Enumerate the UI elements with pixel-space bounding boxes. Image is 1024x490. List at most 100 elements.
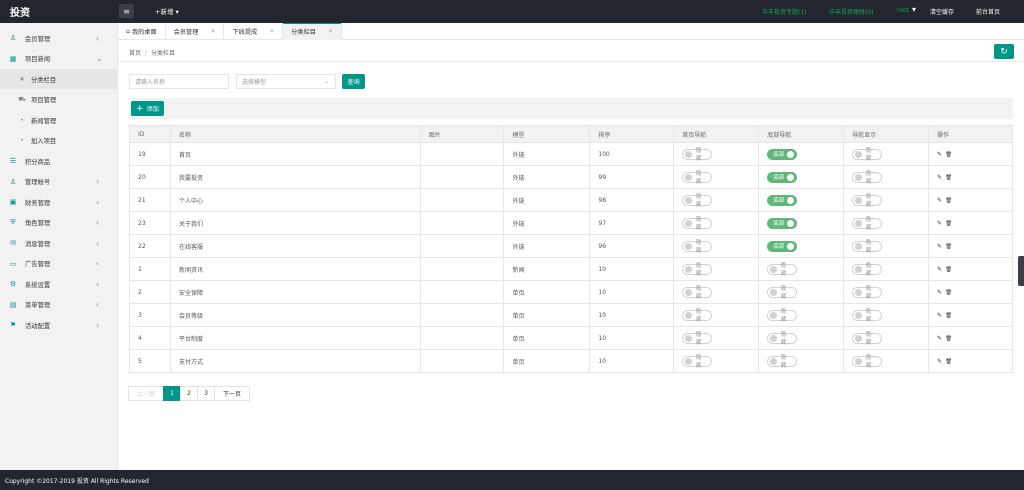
toggle-switch[interactable]: 隐藏	[682, 217, 713, 231]
toggle-switch[interactable]: 隐藏	[852, 286, 883, 300]
close-icon[interactable]: ✕	[269, 28, 274, 35]
delete-icon[interactable]: 🗑	[945, 290, 955, 296]
cell-sort: 10	[589, 303, 675, 327]
top-link-4[interactable]: 前台首页	[976, 7, 1000, 16]
app-logo[interactable]: 投资	[0, 4, 118, 19]
toggle-switch[interactable]: 隐藏	[682, 286, 713, 300]
edit-icon[interactable]: ✎	[937, 220, 945, 227]
toggle-switch[interactable]: 隐藏	[767, 332, 798, 346]
sidebar-item-label: 加入项目	[31, 138, 57, 145]
page-button-2[interactable]: 2	[180, 386, 198, 401]
sidebar-item-1[interactable]: ▦ 项目新闻 ⌄	[0, 49, 118, 69]
add-button[interactable]: + 添加	[131, 101, 164, 116]
column-header: 首页导航	[673, 125, 760, 143]
edit-icon[interactable]: ✎	[937, 266, 945, 273]
breadcrumb-home[interactable]: 首页	[129, 50, 141, 57]
toggle-switch[interactable]: 底部	[767, 240, 798, 252]
page-button-3[interactable]: 3	[197, 386, 215, 401]
cell-actions: ✎🗑	[928, 211, 1013, 235]
shield-icon: ⛨	[10, 218, 16, 226]
sidebar-item-13[interactable]: ▤ 菜单管理 ‹	[0, 295, 118, 315]
edit-icon[interactable]: ✎	[937, 358, 945, 365]
toggle-switch[interactable]: 隐藏	[682, 148, 713, 162]
sidebar-item-10[interactable]: ✉ 消息管理 ‹	[0, 233, 118, 253]
edit-icon[interactable]: ✎	[937, 151, 945, 158]
sidebar-item-6[interactable]: ☰ 积分商品	[0, 151, 118, 171]
edit-icon[interactable]: ✎	[937, 335, 945, 342]
toggle-switch[interactable]: 隐藏	[852, 332, 883, 346]
sidebar-item-7[interactable]: ♙ 管理帐号 ‹	[0, 172, 118, 192]
sidebar-item-9[interactable]: ⛨ 角色管理 ‹	[0, 213, 118, 233]
edit-icon[interactable]: ✎	[937, 197, 945, 204]
delete-icon[interactable]: 🗑	[945, 198, 955, 204]
sidebar-item-11[interactable]: ▭ 广告管理 ‹	[0, 254, 118, 274]
cell-id: 2	[129, 280, 171, 304]
toggle-switch[interactable]: 隐藏	[767, 309, 798, 323]
toggle-switch[interactable]: 隐藏	[852, 171, 883, 185]
toggle-switch[interactable]: 隐藏	[682, 263, 713, 277]
sidebar-item-4[interactable]: • 新闻管理	[0, 110, 118, 130]
search-button[interactable]: 查询	[342, 74, 365, 89]
toggle-switch[interactable]: 底部	[767, 148, 798, 160]
sidebar-item-12[interactable]: ⚙ 系统设置 ‹	[0, 274, 118, 294]
switch-knob	[855, 242, 862, 250]
sidebar-item-14[interactable]: ⚑ 活动配置 ‹	[0, 315, 118, 335]
toggle-switch[interactable]: 底部	[767, 217, 798, 229]
page-button-1[interactable]: 1	[163, 386, 181, 401]
toggle-switch[interactable]: 隐藏	[852, 240, 883, 254]
toggle-switch[interactable]: 隐藏	[852, 217, 883, 231]
delete-icon[interactable]: 🗑	[945, 313, 955, 319]
delete-icon[interactable]: 🗑	[945, 175, 955, 181]
next-page-button[interactable]: 下一页	[214, 386, 250, 401]
toggle-switch[interactable]: 隐藏	[767, 286, 798, 300]
top-link-3[interactable]: 清空缓存	[930, 7, 954, 16]
edit-icon[interactable]: ✎	[937, 174, 945, 181]
sidebar-item-0[interactable]: ♙ 会员管理 ‹	[0, 28, 118, 48]
tab-0[interactable]: ⌂ 我的桌面	[118, 23, 166, 40]
top-link-2[interactable]: root	[897, 7, 909, 14]
toggle-switch[interactable]: 隐藏	[682, 355, 713, 369]
toggle-switch[interactable]: 隐藏	[682, 194, 713, 208]
sidebar-item-label: 菜单管理	[25, 302, 51, 309]
toggle-switch[interactable]: 隐藏	[682, 309, 713, 323]
delete-icon[interactable]: 🗑	[945, 244, 955, 250]
close-icon[interactable]: ✕	[328, 28, 333, 35]
close-icon[interactable]: ✕	[210, 28, 215, 35]
refresh-button[interactable]: ↻	[994, 44, 1014, 59]
toggle-switch[interactable]: 隐藏	[682, 240, 713, 254]
toggle-switch[interactable]: 隐藏	[852, 148, 883, 162]
edit-icon[interactable]: ✎	[937, 289, 945, 296]
toggle-switch[interactable]: 底部	[767, 171, 798, 183]
new-dropdown[interactable]: +新增 ▾	[155, 6, 179, 16]
delete-icon[interactable]: 🗑	[945, 267, 955, 273]
sidebar-item-5[interactable]: • 加入项目	[0, 131, 118, 151]
toggle-switch[interactable]: 隐藏	[767, 355, 798, 369]
edit-icon[interactable]: ✎	[937, 312, 945, 319]
edit-icon[interactable]: ✎	[937, 243, 945, 250]
toggle-switch[interactable]: 隐藏	[852, 309, 883, 323]
tab-2[interactable]: 下线提成 ✕	[224, 23, 284, 40]
sidebar-item-2[interactable]: ❦ 分类栏目	[0, 69, 118, 89]
toggle-switch[interactable]: 隐藏	[852, 263, 883, 277]
name-search-input[interactable]: 请输入名称	[129, 74, 229, 89]
delete-icon[interactable]: 🗑	[945, 359, 955, 365]
toggle-switch[interactable]: 底部	[767, 194, 798, 206]
toggle-switch[interactable]: 隐藏	[852, 194, 883, 208]
sidebar-item-3[interactable]: ⛟ 项目管理	[0, 90, 118, 110]
delete-icon[interactable]: 🗑	[945, 152, 955, 158]
prev-page-button[interactable]: 上一页	[128, 386, 164, 401]
toggle-switch[interactable]: 隐藏	[767, 263, 798, 277]
delete-icon[interactable]: 🗑	[945, 221, 955, 227]
top-link-1[interactable]: 华丰投资理财(0)	[829, 7, 874, 16]
delete-icon[interactable]: 🗑	[945, 336, 955, 342]
side-drawer-handle[interactable]	[1018, 256, 1024, 286]
toggle-switch[interactable]: 隐藏	[682, 171, 713, 185]
menu-toggle-button[interactable]: ≡	[119, 4, 134, 18]
tab-1[interactable]: 会员管理 ✕	[166, 23, 225, 40]
sidebar-item-8[interactable]: ▣ 财务管理 ‹	[0, 192, 118, 212]
toggle-switch[interactable]: 隐藏	[852, 355, 883, 369]
top-link-0[interactable]: 华丰投资专题(1)	[762, 7, 807, 16]
tab-3[interactable]: 分类栏目 ✕	[283, 23, 343, 40]
model-select[interactable]: 选择模型 ⌄	[236, 74, 336, 89]
toggle-switch[interactable]: 隐藏	[682, 332, 713, 346]
